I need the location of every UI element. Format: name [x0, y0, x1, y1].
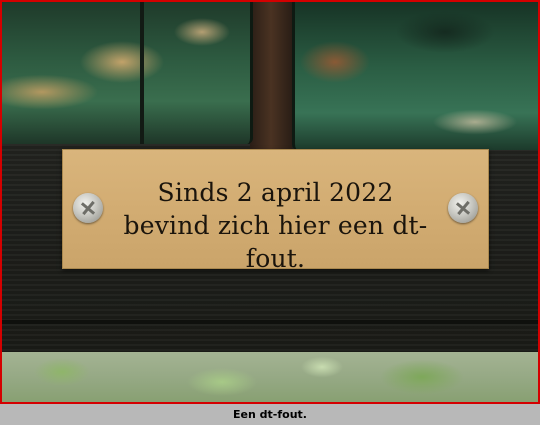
screw-icon — [448, 193, 478, 223]
beam-gap — [250, 2, 292, 150]
board-edge — [2, 320, 538, 324]
screw-icon — [73, 193, 103, 223]
plaque-text: Sinds 2 april 2022 bevind zich hier een … — [103, 176, 448, 275]
green-beam-left — [2, 2, 253, 144]
brass-plaque: Sinds 2 april 2022 bevind zich hier een … — [62, 149, 489, 273]
photo: Sinds 2 april 2022 bevind zich hier een … — [2, 2, 538, 402]
photo-frame: Sinds 2 april 2022 bevind zich hier een … — [0, 0, 540, 404]
greenery-background — [2, 352, 538, 402]
image-caption: Een dt-fout. — [233, 408, 307, 421]
beam-crack — [140, 2, 144, 144]
green-beam-right — [292, 2, 538, 150]
plaque-line-1: Sinds 2 april 2022 — [157, 178, 394, 207]
plaque-line-2: bevind zich hier een dt-fout. — [123, 211, 428, 273]
